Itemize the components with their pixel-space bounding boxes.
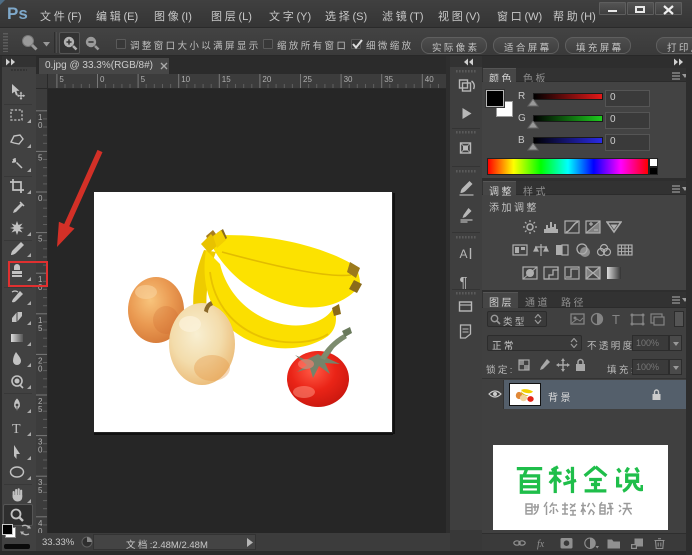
svg-text:fx: fx	[537, 539, 545, 550]
svg-text:5: 5	[38, 405, 43, 414]
svg-text:20: 20	[262, 75, 271, 84]
svg-text:25: 25	[303, 75, 312, 84]
svg-text:A: A	[460, 247, 468, 261]
svg-text:5: 5	[59, 75, 64, 84]
svg-text:40: 40	[425, 75, 434, 84]
svg-text:5: 5	[141, 75, 146, 84]
svg-text:0: 0	[100, 75, 105, 84]
svg-text:¶: ¶	[460, 274, 468, 289]
svg-text:10: 10	[181, 75, 190, 84]
svg-text:5: 5	[38, 486, 43, 495]
svg-text:15: 15	[222, 75, 231, 84]
svg-text:35: 35	[384, 75, 393, 84]
svg-text:0: 0	[38, 446, 43, 455]
svg-text:30: 30	[344, 75, 353, 84]
svg-text:5: 5	[38, 324, 43, 333]
svg-text:T: T	[12, 422, 21, 437]
svg-text:0: 0	[38, 121, 43, 130]
svg-text:0: 0	[38, 364, 43, 373]
svg-text:T: T	[612, 312, 620, 327]
